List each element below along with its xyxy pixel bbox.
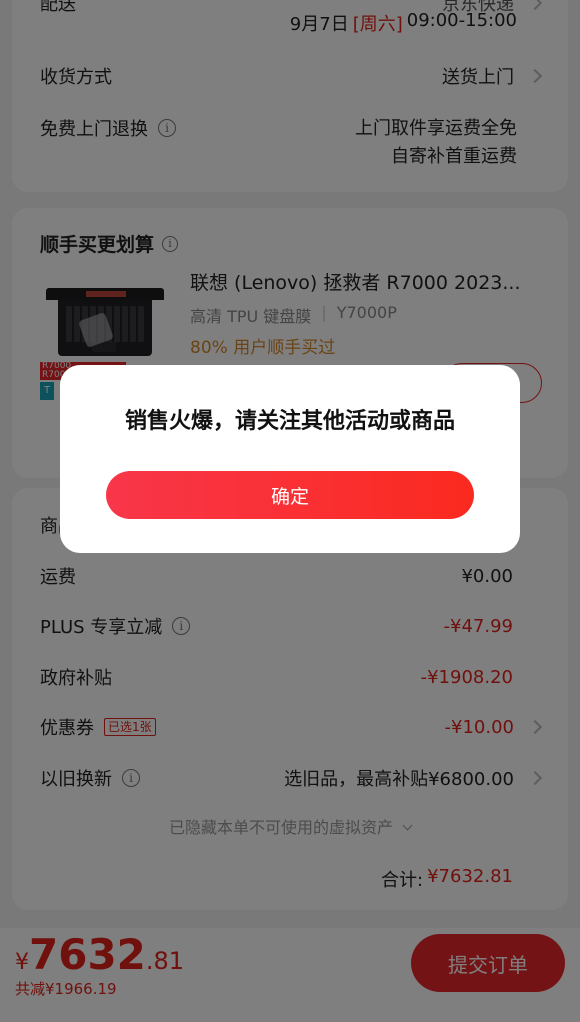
confirm-button[interactable]: 确定 bbox=[106, 471, 474, 519]
alert-dialog: 销售火爆，请关注其他活动或商品 确定 bbox=[60, 365, 520, 553]
dialog-message: 销售火爆，请关注其他活动或商品 bbox=[124, 409, 455, 434]
